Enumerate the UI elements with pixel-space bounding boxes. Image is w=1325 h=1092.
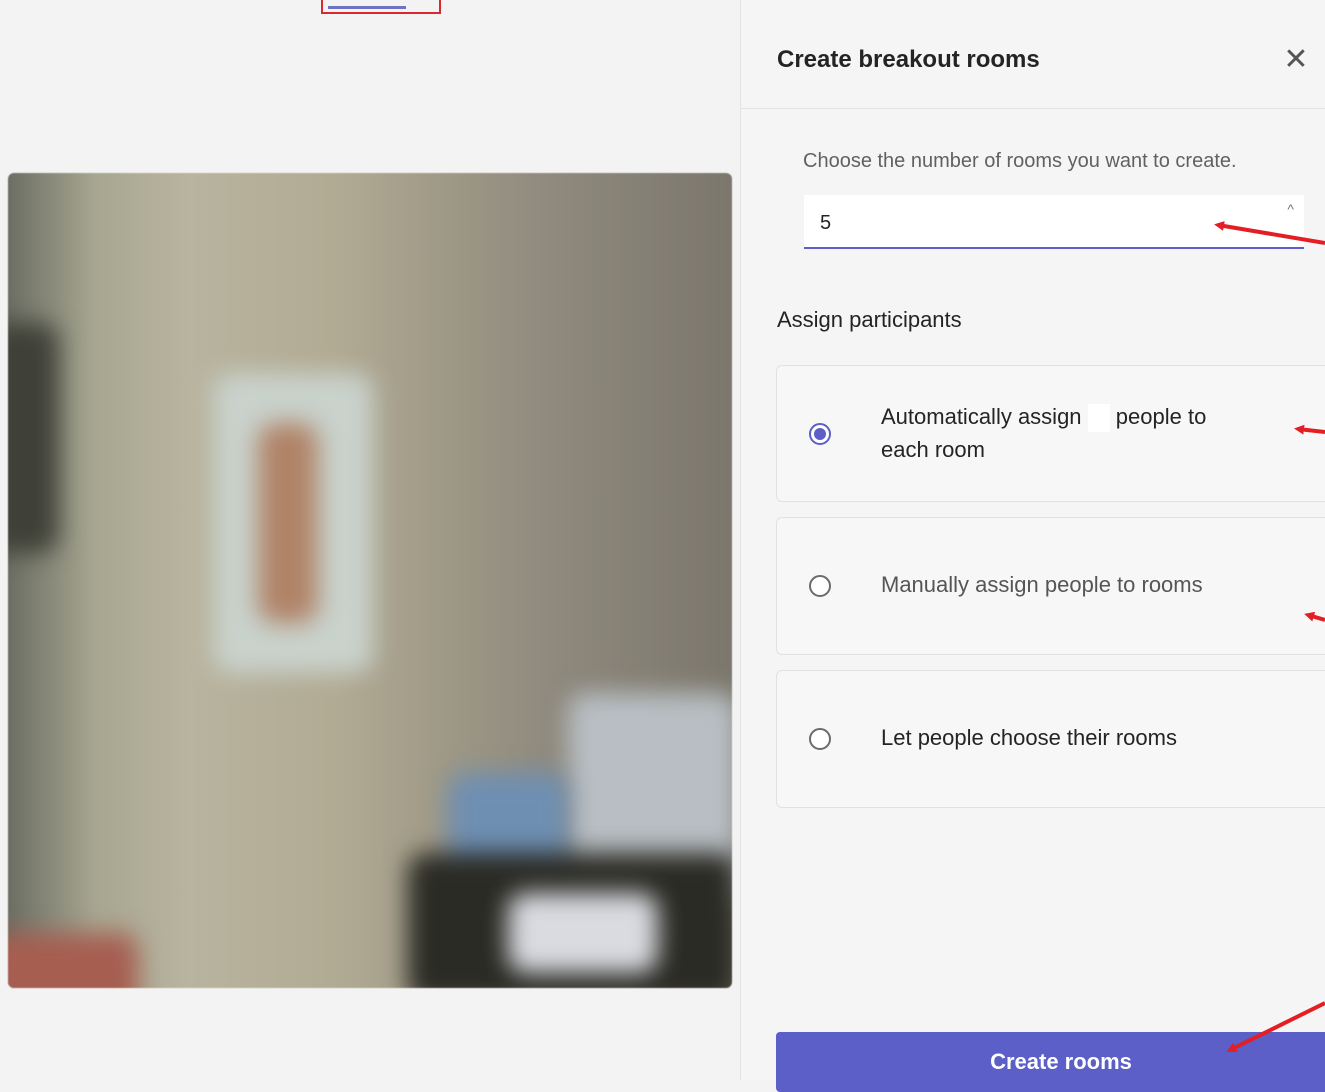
radio-auto-assign[interactable] bbox=[809, 423, 831, 445]
option-auto-assign[interactable]: Automatically assign people to each room bbox=[776, 365, 1325, 502]
highlighted-tab[interactable] bbox=[321, 0, 441, 14]
create-rooms-button[interactable]: Create rooms bbox=[776, 1032, 1325, 1092]
radio-manual-assign[interactable] bbox=[809, 575, 831, 597]
option-manual-assign[interactable]: Manually assign people to rooms bbox=[776, 517, 1325, 655]
close-icon[interactable]: ✕ bbox=[1281, 45, 1311, 76]
video-blur-region bbox=[258, 423, 318, 623]
rooms-count-input[interactable] bbox=[818, 207, 1222, 239]
option-label-part: people to bbox=[1115, 404, 1207, 429]
radio-choose-rooms[interactable] bbox=[809, 728, 831, 750]
option-label-part: Automatically assign bbox=[881, 404, 1082, 429]
option-auto-assign-label: Automatically assign people to each room bbox=[881, 400, 1206, 466]
video-blur-region bbox=[508, 893, 658, 973]
people-count-blank bbox=[1087, 404, 1110, 433]
rooms-count-field[interactable]: ^ bbox=[804, 195, 1304, 249]
option-manual-assign-label: Manually assign people to rooms bbox=[881, 572, 1203, 597]
breakout-rooms-panel: Create breakout rooms ✕ Choose the numbe… bbox=[740, 0, 1325, 1092]
rooms-count-hint: Choose the number of rooms you want to c… bbox=[803, 150, 1237, 172]
chevron-up-icon[interactable]: ^ bbox=[1287, 201, 1294, 217]
tab-underline bbox=[328, 0, 406, 9]
option-choose-rooms[interactable]: Let people choose their rooms bbox=[776, 670, 1325, 808]
video-blur-region bbox=[8, 323, 58, 553]
video-blur-region bbox=[8, 933, 138, 988]
panel-header: Create breakout rooms ✕ bbox=[741, 0, 1325, 109]
assign-participants-label: Assign participants bbox=[777, 307, 962, 332]
video-feed bbox=[8, 173, 732, 988]
option-choose-rooms-label: Let people choose their rooms bbox=[881, 725, 1177, 750]
option-label-part: each room bbox=[881, 437, 985, 462]
panel-title: Create breakout rooms bbox=[777, 46, 1040, 73]
